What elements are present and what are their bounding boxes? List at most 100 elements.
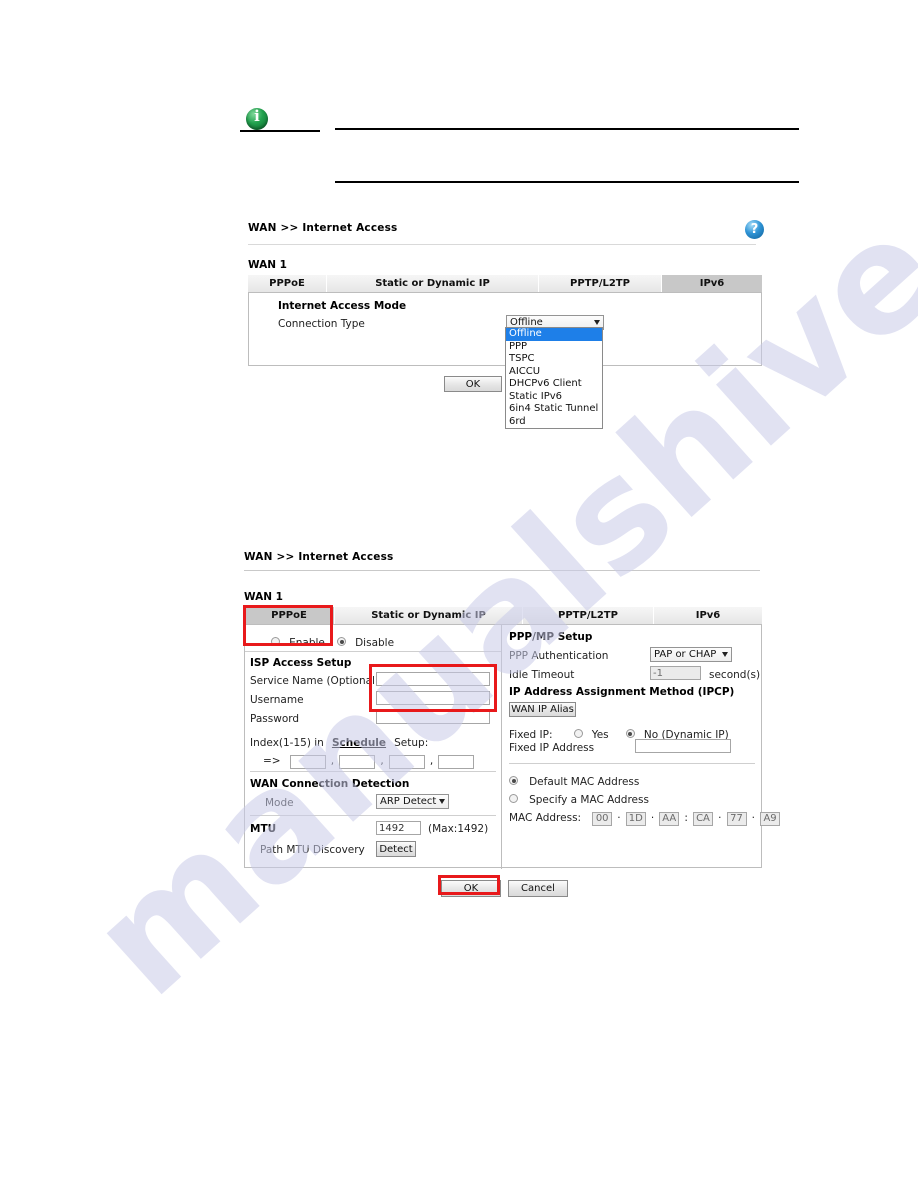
- ppp-authentication-select[interactable]: PAP or CHAP: [650, 647, 732, 662]
- dropdown-option-dhcpv6-client[interactable]: DHCPv6 Client: [506, 378, 602, 391]
- schedule-prefix: Index(1-15) in: [250, 737, 324, 749]
- internet-access-mode-title: Internet Access Mode: [278, 300, 407, 312]
- idle-timeout-unit: second(s): [709, 669, 761, 681]
- pppoe-left-column: Enable Disable ISP Access Setup Service …: [245, 625, 501, 869]
- ipcp-title: IP Address Assignment Method (IPCP): [509, 686, 735, 698]
- chevron-down-icon-auth: [722, 652, 728, 657]
- isp-access-setup-title: ISP Access Setup: [250, 657, 352, 669]
- mac-sep-2: ·: [650, 812, 655, 824]
- idle-timeout-label: Idle Timeout: [509, 669, 575, 681]
- breadcrumb-2: WAN >> Internet Access: [244, 551, 394, 563]
- schedule-input-3[interactable]: [388, 754, 425, 769]
- schedule-comma-3: ,: [429, 755, 434, 767]
- tab-pptp-l2tp-2[interactable]: PPTP/L2TP: [523, 607, 654, 624]
- specify-mac-radio[interactable]: [509, 794, 518, 803]
- fixed-ip-yes-radio[interactable]: [573, 729, 583, 738]
- mac-octet-6[interactable]: [760, 811, 781, 826]
- mac-octet-2[interactable]: [625, 811, 646, 826]
- chevron-down-icon: [594, 320, 600, 325]
- breadcrumb-divider-1: [248, 244, 756, 245]
- tab-static-dynamic-2[interactable]: Static or Dynamic IP: [335, 607, 523, 624]
- schedule-suffix: Setup:: [394, 737, 429, 749]
- password-label: Password: [250, 713, 300, 725]
- tab-ipv6-1[interactable]: IPv6: [662, 275, 762, 292]
- tab-ipv6-2[interactable]: IPv6: [654, 607, 762, 624]
- connection-type-dropdown-list[interactable]: Offline PPP TSPC AICCU DHCPv6 Client Sta…: [505, 327, 603, 429]
- divider-before-mtu: [250, 815, 496, 816]
- schedule-inputs-row: => , , ,: [263, 749, 475, 769]
- dropdown-option-static-ipv6[interactable]: Static IPv6: [506, 391, 602, 404]
- username-label: Username: [250, 694, 304, 706]
- mac-address-row: MAC Address: · · : · ·: [509, 806, 781, 826]
- wan-detection-mode-select[interactable]: ARP Detect: [376, 794, 449, 809]
- tab-static-dynamic-1[interactable]: Static or Dynamic IP: [327, 275, 539, 292]
- service-name-label: Service Name (Optional): [250, 675, 380, 687]
- tab-pppoe-1[interactable]: PPPoE: [248, 275, 327, 292]
- dropdown-option-ppp[interactable]: PPP: [506, 341, 602, 354]
- fixed-ip-address-input[interactable]: [635, 739, 731, 753]
- mac-sep-5: ·: [751, 812, 755, 824]
- schedule-input-1[interactable]: [289, 754, 326, 769]
- annotation-box-pppoe-enable: [243, 605, 333, 646]
- default-mac-radio-group[interactable]: Default MAC Address: [509, 770, 639, 789]
- pppoe-right-column: PPP/MP Setup PPP Authentication PAP or C…: [502, 625, 781, 869]
- default-mac-radio[interactable]: [509, 776, 518, 785]
- dropdown-option-tspc[interactable]: TSPC: [506, 353, 602, 366]
- wan-label-2: WAN 1: [244, 591, 283, 603]
- tabs-1: PPPoE Static or Dynamic IP PPTP/L2TP IPv…: [248, 275, 762, 292]
- dropdown-option-aiccu[interactable]: AICCU: [506, 366, 602, 379]
- schedule-comma-2: ,: [380, 755, 384, 767]
- mac-octet-3[interactable]: [659, 811, 680, 826]
- specify-mac-label: Specify a MAC Address: [529, 794, 649, 806]
- detect-button[interactable]: Detect: [376, 841, 416, 857]
- ok-button-1[interactable]: OK: [444, 376, 502, 392]
- fixed-ip-no-radio[interactable]: [625, 729, 635, 738]
- help-icon[interactable]: [745, 220, 764, 239]
- chevron-down-icon-mode: [439, 799, 445, 804]
- ppp-authentication-label: PPP Authentication: [509, 650, 609, 662]
- breadcrumb-1: WAN >> Internet Access: [248, 222, 398, 234]
- wan-label-1: WAN 1: [248, 259, 287, 271]
- idle-timeout-input[interactable]: [650, 666, 701, 680]
- mac-sep-3: :: [684, 812, 688, 824]
- section-ipv6: WAN >> Internet Access WAN 1 PPPoE Stati…: [248, 220, 764, 396]
- mac-sep-4: ·: [718, 812, 722, 824]
- path-mtu-discovery-label: Path MTU Discovery: [260, 844, 365, 856]
- schedule-input-4[interactable]: [438, 754, 475, 769]
- specify-mac-radio-group[interactable]: Specify a MAC Address: [509, 788, 649, 807]
- dropdown-option-offline[interactable]: Offline: [506, 328, 602, 341]
- schedule-link[interactable]: Schedule: [332, 737, 386, 749]
- fixed-ip-label: Fixed IP:: [509, 729, 553, 741]
- password-input[interactable]: [376, 710, 490, 724]
- schedule-comma-1: ,: [330, 755, 335, 767]
- disable-radio[interactable]: [337, 637, 346, 646]
- mac-sep-1: ·: [617, 812, 621, 824]
- mtu-max-note: (Max:1492): [428, 823, 489, 835]
- dropdown-option-6rd[interactable]: 6rd: [506, 416, 602, 429]
- disable-radio-group[interactable]: Disable: [337, 631, 394, 650]
- wan-ip-alias-button[interactable]: WAN IP Alias: [509, 702, 576, 717]
- schedule-input-2[interactable]: [339, 754, 376, 769]
- fixed-ip-yes-label: Yes: [591, 729, 609, 741]
- header-rule-left: [240, 130, 320, 132]
- annotation-box-ok: [438, 875, 500, 895]
- mtu-input[interactable]: [376, 821, 421, 835]
- default-mac-label: Default MAC Address: [529, 776, 640, 788]
- header-rule-top: [335, 128, 799, 130]
- annotation-box-credentials: [369, 664, 497, 712]
- dropdown-option-6in4-static-tunnel[interactable]: 6in4 Static Tunnel: [506, 403, 602, 416]
- ppp-authentication-value: PAP or CHAP: [654, 649, 717, 660]
- mac-octet-4[interactable]: [692, 811, 713, 826]
- fixed-ip-address-label: Fixed IP Address: [509, 742, 595, 754]
- mac-octet-1[interactable]: [592, 811, 613, 826]
- wan-detection-mode-value: ARP Detect: [380, 796, 437, 807]
- cancel-button[interactable]: Cancel: [508, 880, 568, 897]
- breadcrumb-divider-2: [244, 570, 760, 571]
- mac-octet-5[interactable]: [726, 811, 747, 826]
- info-icon: [246, 107, 268, 130]
- pppoe-form: Enable Disable ISP Access Setup Service …: [244, 624, 781, 869]
- schedule-row-label: Index(1-15) in Schedule Setup:: [250, 731, 428, 750]
- tab-pptp-l2tp-1[interactable]: PPTP/L2TP: [539, 275, 662, 292]
- pppmp-setup-title: PPP/MP Setup: [509, 631, 593, 643]
- header-rule-bottom: [335, 181, 799, 183]
